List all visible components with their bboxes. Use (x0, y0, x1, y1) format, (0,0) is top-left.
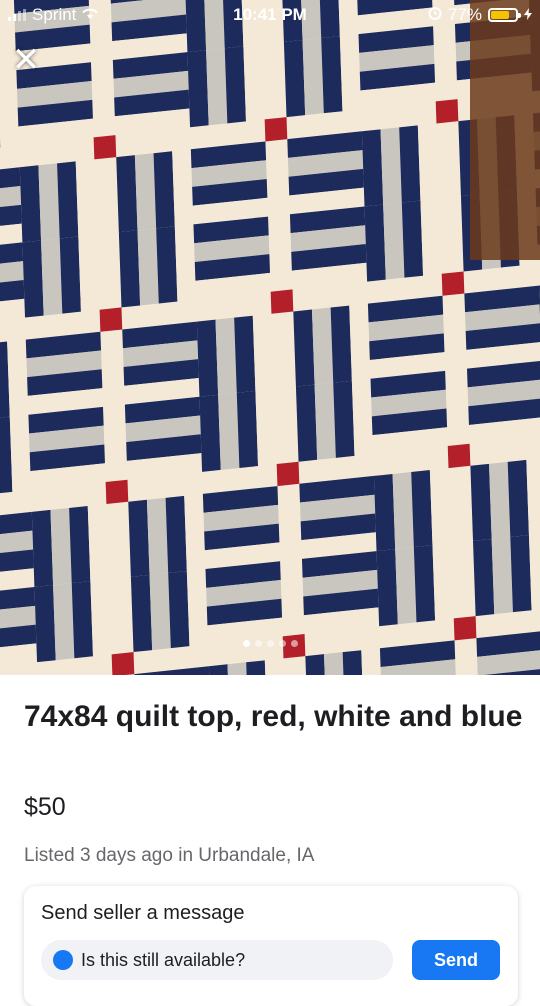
carousel-dot[interactable] (255, 640, 262, 647)
alarm-icon (428, 5, 442, 25)
listing-price: $50 (24, 793, 66, 822)
message-heading: Send seller a message (41, 902, 244, 925)
listing-photo[interactable] (0, 0, 540, 675)
carousel-dot[interactable] (267, 640, 274, 647)
quilt-image (0, 0, 540, 675)
carousel-dot[interactable] (243, 640, 250, 647)
send-button[interactable]: Send (412, 940, 500, 980)
message-card: Send seller a message Is this still avai… (24, 886, 518, 1006)
close-icon[interactable]: ✕ (10, 44, 42, 76)
listing-title: 74x84 quilt top, red, white and blue (24, 697, 524, 737)
carousel-indicator[interactable] (0, 640, 540, 647)
battery-icon (488, 8, 518, 22)
listing-location: Listed 3 days ago in Urbandale, IA (24, 845, 314, 867)
message-bubble-icon (53, 950, 73, 970)
carousel-dot[interactable] (279, 640, 286, 647)
carousel-dot[interactable] (291, 640, 298, 647)
status-bar: Sprint 10:41 PM 77% (0, 0, 540, 32)
battery-percent: 77% (448, 5, 482, 25)
message-input[interactable]: Is this still available? (41, 940, 393, 980)
charging-icon (524, 5, 532, 25)
message-input-value: Is this still available? (81, 950, 245, 970)
